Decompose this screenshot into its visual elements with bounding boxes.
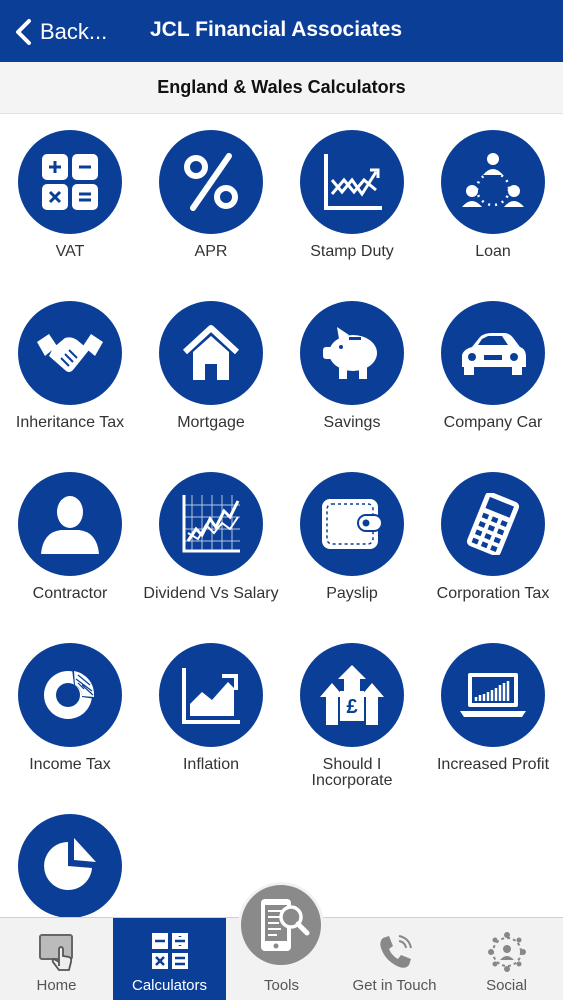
calc-tile-label: Inheritance Tax xyxy=(15,414,125,431)
tab-label: Tools xyxy=(263,977,300,994)
calc-tile-label: Contractor xyxy=(32,585,108,602)
tab-label: Get in Touch xyxy=(352,977,437,994)
chevron-left-icon xyxy=(16,19,31,45)
calc-tile-label: Inflation xyxy=(182,756,240,773)
calc-tile-label: Stamp Duty xyxy=(310,243,394,260)
calculator-keys-icon xyxy=(151,933,188,969)
piggy-bank-icon xyxy=(300,301,404,405)
calc-tile-label: Loan xyxy=(475,243,511,260)
phone-icon xyxy=(379,935,412,968)
calc-tile-savings[interactable]: Savings xyxy=(282,291,422,459)
app-title: JCL Financial Associates xyxy=(150,18,403,41)
tab-home[interactable]: Home xyxy=(0,918,113,1000)
calc-tile-label: Dividend Vs Salary xyxy=(143,585,279,602)
car-icon xyxy=(441,301,545,405)
page-subheader: England & Wales Calculators xyxy=(0,62,563,114)
calc-tile-apr[interactable]: APR xyxy=(141,120,281,288)
page-title: England & Wales Calculators xyxy=(157,77,406,97)
calc-tile-inflation[interactable]: Inflation xyxy=(141,633,281,801)
calc-tile-should-i-incorporate[interactable]: £ Should I Incorporate xyxy=(282,633,422,801)
calc-tile-label: Increased Profit xyxy=(436,756,550,773)
calc-tile-increased-profit[interactable]: Increased Profit xyxy=(423,633,563,801)
tab-label: Social xyxy=(486,977,527,994)
calc-tile-vat[interactable]: VAT xyxy=(0,120,140,288)
phone-search-icon xyxy=(261,899,310,951)
calc-tile-label: Payslip xyxy=(326,585,378,602)
calc-tile-label: Mortgage xyxy=(177,414,245,431)
tab-social[interactable]: Social xyxy=(450,918,563,1000)
handshake-icon xyxy=(18,301,122,405)
calc-tile-label: Corporation Tax xyxy=(436,585,550,602)
calc-tile-label: Company Car xyxy=(443,414,543,431)
calculator-icon xyxy=(441,472,545,576)
trend-chart-icon xyxy=(300,130,404,234)
donut-chart-icon xyxy=(18,643,122,747)
back-button[interactable]: Back... xyxy=(14,16,107,48)
laptop-chart-icon xyxy=(441,643,545,747)
people-network-icon xyxy=(441,130,545,234)
calc-tile-company-car[interactable]: Company Car xyxy=(423,291,563,459)
calc-tile-label: Savings xyxy=(323,414,381,431)
svg-text:£: £ xyxy=(346,696,357,718)
calc-tile-contractor[interactable]: Contractor xyxy=(0,462,140,630)
calc-tile-label: VAT xyxy=(55,243,85,260)
calculator-grid: VAT APR Stamp Duty Loan Inheritance Tax … xyxy=(0,120,563,917)
tab-label: Home xyxy=(36,977,77,994)
pie-chart-icon xyxy=(18,814,122,917)
stock-graph-icon xyxy=(159,472,263,576)
calc-tile-loan[interactable]: Loan xyxy=(423,120,563,288)
app-header: Back... JCL Financial Associates xyxy=(0,0,563,62)
home-touch-icon xyxy=(38,934,73,971)
rising-chart-icon xyxy=(159,643,263,747)
calc-tile-corporation-tax[interactable]: Corporation Tax xyxy=(423,462,563,630)
wallet-icon xyxy=(300,472,404,576)
calc-tile-pie-chart[interactable] xyxy=(0,804,140,917)
percent-icon xyxy=(159,130,263,234)
calc-tile-inheritance-tax[interactable]: Inheritance Tax xyxy=(0,291,140,459)
calc-tile-income-tax[interactable]: Income Tax xyxy=(0,633,140,801)
person-icon xyxy=(18,472,122,576)
tab-get-in-touch[interactable]: Get in Touch xyxy=(338,918,451,1000)
calc-tile-mortgage[interactable]: Mortgage xyxy=(141,291,281,459)
tab-label: Calculators xyxy=(131,977,208,994)
calc-tile-payslip[interactable]: Payslip xyxy=(282,462,422,630)
back-label: Back... xyxy=(40,19,108,44)
social-network-icon xyxy=(487,932,526,972)
calc-tile-label: APR xyxy=(194,243,228,260)
pound-arrows-icon: £ xyxy=(300,643,404,747)
calc-tile-dividend-vs-salary[interactable]: Dividend Vs Salary xyxy=(141,462,281,630)
calc-tile-label: Income Tax xyxy=(29,756,111,773)
calc-tile-stamp-duty[interactable]: Stamp Duty xyxy=(282,120,422,288)
calc-tile-label: Should I Incorporate xyxy=(311,756,393,789)
calculator-keys-icon xyxy=(18,130,122,234)
house-icon xyxy=(159,301,263,405)
tools-button[interactable] xyxy=(238,882,324,968)
tab-calculators[interactable]: Calculators xyxy=(113,918,226,1000)
